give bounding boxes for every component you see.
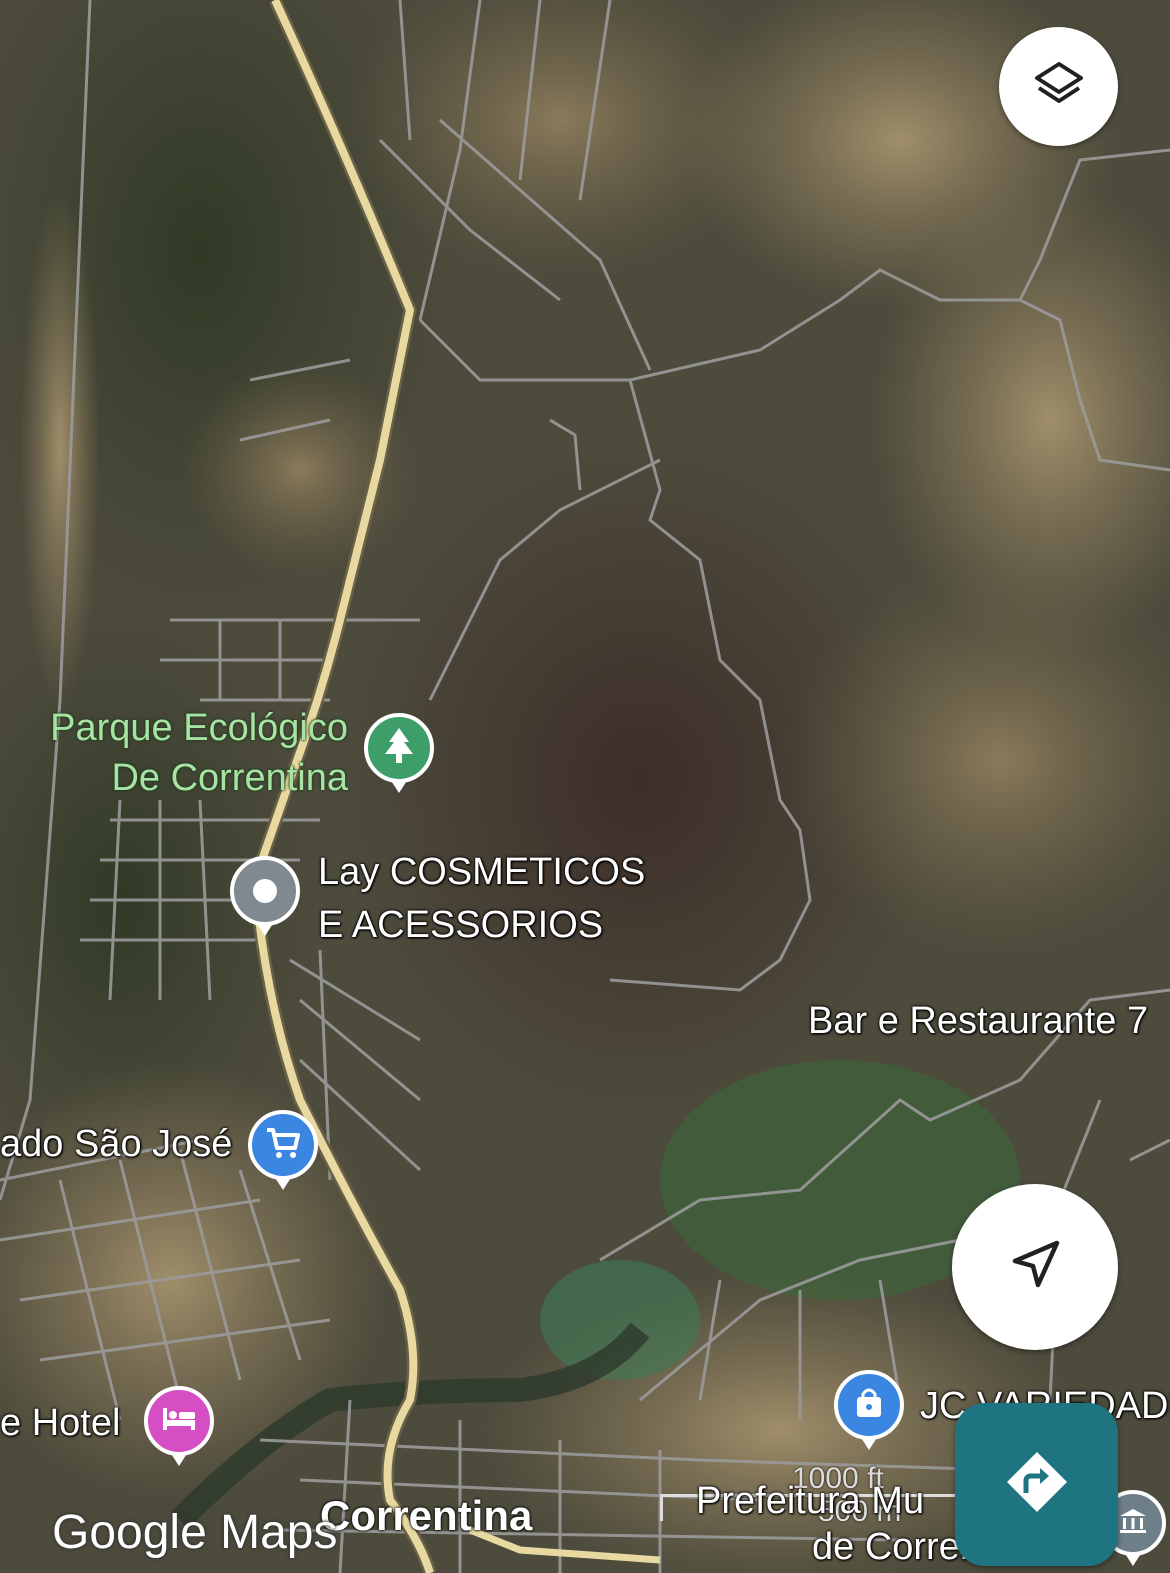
shop-pin[interactable] [834, 1370, 904, 1450]
my-location-button[interactable] [952, 1184, 1118, 1350]
prefeitura-label-line1: Prefeitura Mu [696, 1480, 925, 1522]
park-label-line2: De Correntina [111, 757, 348, 799]
hotel-pin[interactable] [144, 1386, 214, 1466]
park-label-line1: Parque Ecológico [50, 707, 348, 749]
directions-icon [1004, 1449, 1070, 1520]
tree-icon [381, 726, 417, 771]
prefeitura-label-line2: de Correntina [812, 1526, 1043, 1568]
layers-button[interactable] [999, 27, 1118, 146]
park-label[interactable]: Parque Ecológico De Correntina [18, 703, 348, 803]
park-pin[interactable] [364, 713, 434, 793]
shopping-cart-icon [265, 1126, 301, 1165]
google-maps-logo: Google Maps [52, 1506, 338, 1559]
market-label[interactable]: ado São José [0, 1123, 232, 1166]
restaurant-label[interactable]: Bar e Restaurante 7 [808, 1000, 1148, 1043]
store-label[interactable]: Lay COSMETICOS E ACESSORIOS [318, 846, 645, 952]
directions-button[interactable] [955, 1403, 1118, 1566]
market-pin[interactable] [248, 1110, 318, 1190]
store-label-line1: Lay COSMETICOS [318, 851, 646, 893]
city-label[interactable]: Correntina [320, 1492, 532, 1540]
navigation-arrow-icon [1005, 1235, 1065, 1300]
bed-icon [160, 1404, 198, 1439]
prefeitura-label[interactable]: Prefeitura Mu de Correntina [696, 1478, 1043, 1570]
layers-icon [1031, 56, 1087, 117]
store-pin[interactable] [230, 856, 300, 936]
shopping-bag-icon [853, 1386, 885, 1425]
place-dot-icon [253, 879, 277, 903]
store-label-line2: E ACESSORIOS [318, 904, 604, 946]
hotel-label[interactable]: e Hotel [0, 1402, 120, 1445]
government-building-icon [1118, 1506, 1148, 1541]
